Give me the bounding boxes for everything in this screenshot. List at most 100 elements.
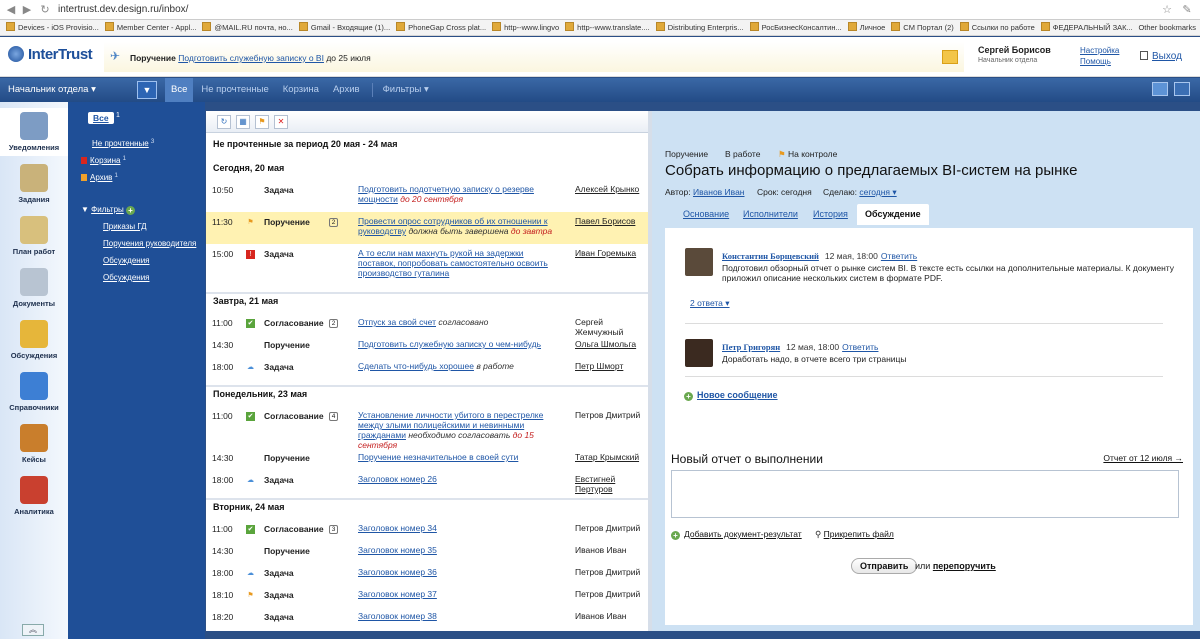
report-textarea[interactable] [671,470,1179,518]
add-doc-link[interactable]: Добавить документ-результат [684,529,802,539]
bookmark-item[interactable]: РосБизнесКонсалтин... [749,20,842,35]
dept-selector[interactable]: Начальник отдела ▾ [8,84,96,95]
new-message-link[interactable]: Новое сообщение [697,390,778,400]
reply-link[interactable]: Ответить [881,251,917,261]
settings-link[interactable]: Настройка [1080,46,1119,55]
bookmark-item[interactable]: @MAIL.RU почта, но... [202,20,293,35]
collapse-up-icon[interactable]: ︽ [22,624,44,636]
row-person[interactable]: Сергей Жемчужный [575,317,647,337]
grid-icon[interactable]: ▦ [236,115,250,129]
row-person[interactable]: Петров Дмитрий [575,523,647,533]
bookmark-item[interactable]: Distributing Enterpris... [655,20,744,35]
tree-filter-item[interactable]: Обсуждения [103,256,150,265]
rail-item[interactable]: Уведомления [0,108,68,156]
row-subject-link[interactable]: Заголовок номер 26 [358,474,437,484]
help-link[interactable]: Помощь [1080,57,1111,66]
tree-filter-item[interactable]: Обсуждения [103,273,150,282]
envelope-icon[interactable] [942,50,958,64]
reload-icon[interactable]: ↻ [38,3,52,17]
list-row[interactable]: 11:00 ✔ Согласование 2 Отпуск за свой счет с… [206,313,648,337]
row-person[interactable]: Иванов Иван [575,545,647,555]
url-field[interactable]: intertrust.dev.design.ru/inbox/ [58,4,188,15]
list-row[interactable]: 10:50 Задача Подготовить подотчетную запис… [206,180,648,212]
bookmark-item[interactable]: CM Портал (2) [891,20,954,35]
list-row[interactable]: 15:00! Задача А то если нам махнуть рукой … [206,244,648,286]
view-split-icon[interactable] [1152,82,1168,96]
nav-tab[interactable]: Не прочтенные [195,78,274,102]
list-row[interactable]: 14:30 Поручение Поручение незначительное в… [206,448,648,470]
row-subject-link[interactable]: Заголовок номер 34 [358,523,437,533]
other-bookmarks[interactable]: Other bookmarks [1138,20,1196,35]
row-subject-link[interactable]: А то если нам махнуть рукой на задержки … [358,248,548,278]
list-row[interactable]: 14:30 Поручение Заголовок номер 35 Иванов И… [206,541,648,563]
notice-link[interactable]: Подготовить служебную записку о BI [178,53,324,63]
bookmark-item[interactable]: http--www.lingvo [492,20,559,35]
comment-author[interactable]: Константин Борщевский [722,251,819,261]
bookmark-item[interactable]: http--www.translate.... [565,20,650,35]
author-link[interactable]: Иванов Иван [693,187,745,197]
add-filter-icon[interactable]: + [126,206,136,215]
tab-obsuzhdenie[interactable]: Обсуждение [857,204,929,225]
nav-tab[interactable]: Архив [327,78,366,102]
tree-unread[interactable]: Не прочтенные [92,139,149,148]
refresh-icon[interactable]: ↻ [217,115,231,129]
row-person[interactable]: Евстигней Пертуров [575,474,647,494]
list-row[interactable]: 11:00 ✔ Согласование 3 Заголовок номер 34 Пет… [206,519,648,541]
row-subject-link[interactable]: Заголовок номер 35 [358,545,437,555]
bookmark-item[interactable]: PhoneGap Cross plat... [396,20,486,35]
dropdown-button[interactable]: ▼ [137,81,157,99]
rail-item[interactable]: Аналитика [0,472,68,520]
rail-item[interactable]: Обсуждения [0,316,68,364]
tab-ispolniteli[interactable]: Исполнители [743,209,798,219]
row-person[interactable]: Петров Дмитрий [575,410,647,420]
reassign-link[interactable]: перепоручить [933,561,996,571]
list-row[interactable]: 11:30 ⚑ Поручение 2 Провести опрос сотрудник… [206,212,648,244]
flag-icon[interactable]: ⚑ [255,115,269,129]
rail-item[interactable]: Справочники [0,368,68,416]
reply-link[interactable]: Ответить [842,342,878,352]
row-subject-link[interactable]: Отпуск за свой счет [358,317,436,327]
rail-item[interactable]: План работ [0,212,68,260]
list-row[interactable]: 18:10 ⚑ Задача Заголовок номер 37 Петров Дми… [206,585,648,607]
delete-icon[interactable]: ✕ [274,115,288,129]
replies-toggle[interactable]: 2 ответа ▾ [690,298,730,308]
tab-osnovanie[interactable]: Основание [683,209,729,219]
row-person[interactable]: Петров Дмитрий [575,589,647,599]
list-row[interactable]: 18:00 ☁ Задача Заголовок номер 26 Евстигней … [206,470,648,494]
row-subject-link[interactable]: Заголовок номер 37 [358,589,437,599]
rail-item[interactable]: Документы [0,264,68,312]
bookmark-item[interactable]: Devices - iOS Provisio... [6,20,99,35]
expand-triangle-icon[interactable]: ▼ [81,205,89,214]
list-row[interactable]: 18:20 Задача Заголовок номер 38 Иванов Иван [206,607,648,629]
row-person[interactable]: Ольга Шмольга [575,339,647,349]
tree-filter-item[interactable]: Поручения руководителя [103,239,196,248]
row-subject-link[interactable]: Поручение незначительное в своей сути [358,452,518,462]
row-person[interactable]: Иван Горемыка [575,248,647,258]
row-subject-link[interactable]: Сделать что-нибудь хорошее [358,361,474,371]
row-person[interactable]: Петров Дмитрий [575,567,647,577]
list-row[interactable]: 11:00 ✔ Согласование 4 Установление личности… [206,406,648,450]
nav-tab[interactable]: Все [165,78,194,102]
nav-filters[interactable]: Фильтры ▾ [377,78,435,102]
attach-link[interactable]: Прикрепить файл [824,529,894,539]
row-person[interactable]: Татар Крымский [575,452,647,462]
tree-filters[interactable]: Фильтры [91,205,124,214]
row-subject-link[interactable]: Подготовить служебную записку о чем-нибу… [358,339,541,349]
back-icon[interactable]: ◀ [4,3,18,17]
list-row[interactable]: 18:00 ☁ Задача Заголовок номер 36 Петров Дми… [206,563,648,585]
bookmark-item[interactable]: ФЕДЕРАЛЬНЫЙ ЗАК... [1040,20,1133,35]
list-row[interactable]: 14:30 Поручение Подготовить служебную запи… [206,335,648,357]
bookmark-item[interactable]: Личное [847,20,885,35]
list-row[interactable]: 18:00 ☁ Задача Сделать что-нибудь хорошее в… [206,357,648,379]
send-button[interactable]: Отправить [851,558,918,574]
row-person[interactable]: Петр Шморт [575,361,647,371]
bookmark-item[interactable]: Gmail - Входящие (1)... [298,20,390,35]
rail-item[interactable]: Кейсы [0,420,68,468]
row-person[interactable]: Иванов Иван [575,611,647,621]
row-subject-link[interactable]: Заголовок номер 38 [358,611,437,621]
row-person[interactable]: Алексей Крынко [575,184,647,194]
app-logo[interactable]: InterTrust [8,46,93,63]
view-list-icon[interactable] [1174,82,1190,96]
tab-istoriya[interactable]: История [813,209,848,219]
bookmark-item[interactable]: Ссылки по работе [959,20,1035,35]
